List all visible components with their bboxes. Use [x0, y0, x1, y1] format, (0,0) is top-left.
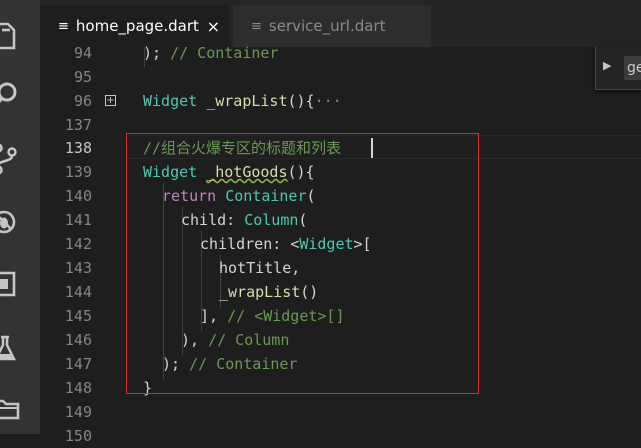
folder-icon[interactable] — [0, 392, 24, 426]
code-line: 96 + Widget _wrapList(){··· — [73, 92, 342, 110]
code-line: 149 — [64, 403, 92, 421]
code-line: 148 } — [64, 379, 153, 397]
files-icon[interactable] — [0, 20, 24, 54]
code-line: 95 — [73, 68, 92, 86]
code-line: 144 _wrapList() — [64, 283, 319, 301]
code-line: 150 — [64, 427, 92, 445]
code-line: 141 child: Column( — [64, 211, 308, 229]
find-input[interactable]: ge — [624, 56, 641, 80]
code-line: 143 hotTitle, — [64, 259, 301, 277]
code-line: 145 ], // <Widget>[] — [64, 307, 345, 325]
activity-bar — [0, 0, 40, 434]
code-editor[interactable]: 94 ); // Container 95 96 + Widget _wrapL… — [40, 44, 641, 445]
code-line: 94 ); // Container — [73, 44, 279, 62]
debug-icon[interactable] — [0, 205, 24, 239]
extensions-icon[interactable] — [0, 268, 24, 302]
chevron-right-icon[interactable]: ▶ — [603, 59, 611, 72]
folded-ellipsis[interactable]: ··· — [315, 92, 342, 110]
tab-label: home_page.dart — [75, 17, 199, 35]
source-control-icon[interactable] — [0, 142, 24, 176]
find-widget: ▶ ge — [595, 47, 641, 90]
file-lines-icon: ≡ — [251, 18, 262, 34]
text-cursor — [371, 138, 373, 158]
code-line: 137 — [64, 116, 92, 134]
code-line: 147 ); // Container — [64, 355, 298, 373]
code-line: 142 children: <Widget>[ — [64, 235, 372, 253]
code-line-current: 138 //组合火爆专区的标题和列表 — [64, 139, 342, 157]
tab-bar: ≡ home_page.dart × ≡ service_url.dart — [40, 0, 641, 47]
search-icon[interactable] — [0, 78, 24, 112]
tab-label: service_url.dart — [268, 17, 386, 35]
warning-squiggle: _hotGoods — [206, 163, 288, 181]
expand-fold-icon[interactable]: + — [105, 95, 116, 106]
code-line: 140 return Container( — [64, 187, 316, 205]
code-line: 146 ), // Column — [64, 331, 290, 349]
close-icon[interactable]: × — [207, 17, 220, 36]
flask-icon[interactable] — [0, 332, 24, 366]
code-line: 139 Widget _hotGoods(){ — [64, 163, 315, 181]
file-lines-icon: ≡ — [58, 18, 69, 34]
